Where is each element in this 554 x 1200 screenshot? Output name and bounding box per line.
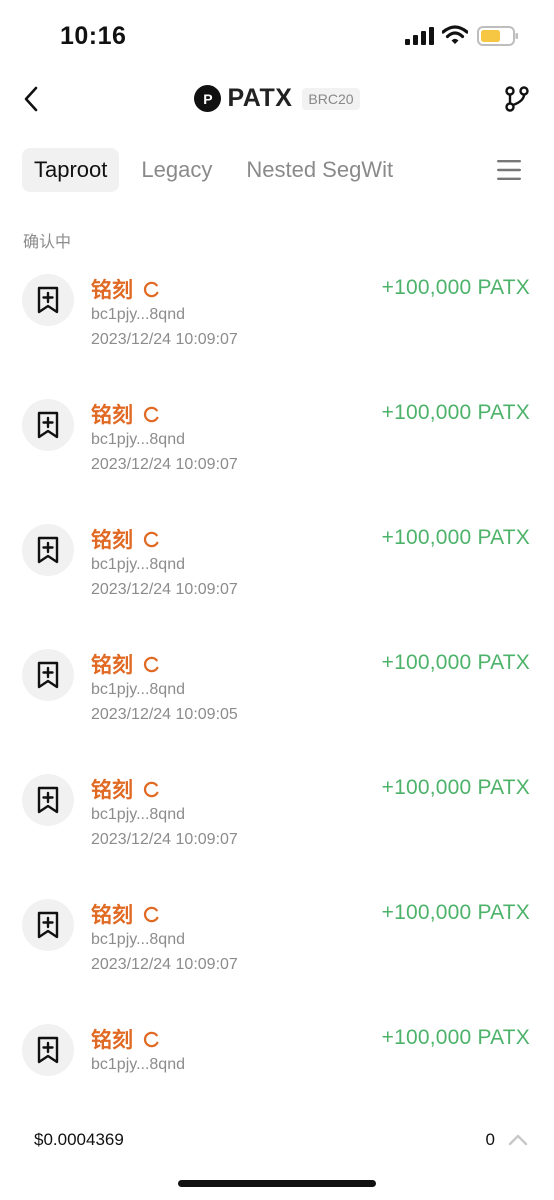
bookmark-add-icon bbox=[37, 1036, 59, 1064]
bookmark-add-icon bbox=[37, 661, 59, 689]
address-type-tabs: Taproot Legacy Nested SegWit bbox=[22, 148, 552, 192]
transaction-type-label: 铭刻 bbox=[91, 404, 133, 427]
token-price: $0.0004369 bbox=[34, 1130, 124, 1149]
transaction-row[interactable]: 铭刻 bc1pjy...8qnd 2023/12/24 10:09:05 +10… bbox=[0, 645, 554, 770]
transaction-type: 铭刻 bbox=[91, 524, 160, 554]
transaction-address: bc1pjy...8qnd bbox=[91, 931, 185, 948]
token-title: P PATX BRC20 bbox=[0, 84, 554, 113]
token-standard-badge: BRC20 bbox=[302, 87, 360, 110]
transaction-amount: +100,000 PATX bbox=[381, 776, 530, 799]
expand-balance-button[interactable] bbox=[506, 1128, 530, 1152]
transaction-time: 2023/12/24 10:09:07 bbox=[91, 956, 238, 973]
token-logo: P bbox=[194, 85, 222, 112]
transaction-row[interactable]: 铭刻 bc1pjy...8qnd 2023/12/24 10:09:07 +10… bbox=[0, 395, 554, 520]
transaction-amount: +100,000 PATX bbox=[381, 901, 530, 924]
transaction-row[interactable]: 铭刻 bc1pjy...8qnd 2023/12/24 10:09:07 +10… bbox=[0, 520, 554, 645]
transaction-time: 2023/12/24 10:09:07 bbox=[91, 831, 238, 848]
home-indicator bbox=[178, 1180, 376, 1187]
transaction-address: bc1pjy...8qnd bbox=[91, 306, 185, 323]
transaction-type: 铭刻 bbox=[91, 1024, 160, 1054]
transaction-time: 2023/12/24 10:09:07 bbox=[91, 331, 238, 348]
inscribe-icon-wrap bbox=[22, 524, 74, 576]
loading-spinner-icon bbox=[143, 531, 159, 547]
tabs-menu-button[interactable] bbox=[478, 154, 522, 186]
loading-spinner-icon bbox=[143, 1031, 159, 1047]
transaction-row[interactable]: 铭刻 bc1pjy...8qnd 2023/12/24 10:09:07 +10… bbox=[0, 770, 554, 895]
bookmark-add-icon bbox=[37, 911, 59, 939]
loading-spinner-icon bbox=[143, 656, 159, 672]
inscribe-icon-wrap bbox=[22, 774, 74, 826]
transaction-type: 铭刻 bbox=[91, 399, 160, 429]
transaction-type: 铭刻 bbox=[91, 774, 160, 804]
token-balance: 0 bbox=[485, 1130, 495, 1149]
tab-taproot[interactable]: Taproot bbox=[22, 148, 120, 192]
transaction-address: bc1pjy...8qnd bbox=[91, 1056, 185, 1073]
inscribe-icon-wrap bbox=[22, 274, 74, 326]
header: P PATX BRC20 bbox=[0, 70, 554, 130]
transaction-amount: +100,000 PATX bbox=[381, 1026, 530, 1049]
transaction-type: 铭刻 bbox=[91, 649, 160, 679]
bookmark-add-icon bbox=[37, 786, 59, 814]
inscribe-icon-wrap bbox=[22, 649, 74, 701]
status-time: 10:16 bbox=[60, 22, 127, 50]
transaction-type-label: 铭刻 bbox=[91, 904, 133, 927]
transaction-type: 铭刻 bbox=[91, 899, 160, 929]
token-name: PATX bbox=[227, 84, 293, 112]
transaction-type: 铭刻 bbox=[91, 274, 160, 304]
loading-spinner-icon bbox=[143, 781, 159, 797]
address-type-button[interactable] bbox=[500, 82, 534, 116]
transaction-type-label: 铭刻 bbox=[91, 779, 133, 802]
cellular-signal-icon bbox=[405, 27, 434, 45]
transaction-address: bc1pjy...8qnd bbox=[91, 556, 185, 573]
loading-spinner-icon bbox=[143, 906, 159, 922]
transaction-address: bc1pjy...8qnd bbox=[91, 431, 185, 448]
transaction-amount: +100,000 PATX bbox=[381, 276, 530, 299]
status-bar: 10:16 bbox=[0, 0, 554, 70]
bottom-bar: $0.0004369 0 bbox=[0, 1108, 554, 1200]
transaction-amount: +100,000 PATX bbox=[381, 526, 530, 549]
menu-icon bbox=[497, 160, 521, 180]
transaction-row[interactable]: 铭刻 bc1pjy...8qnd 2023/12/24 10:09:07 +10… bbox=[0, 270, 554, 395]
inscribe-icon-wrap bbox=[22, 1024, 74, 1076]
transaction-row[interactable]: 铭刻 bc1pjy...8qnd 2023/12/24 10:09:07 +10… bbox=[0, 895, 554, 1020]
section-label-pending: 确认中 bbox=[23, 234, 72, 251]
bookmark-add-icon bbox=[37, 411, 59, 439]
loading-spinner-icon bbox=[143, 406, 159, 422]
transaction-type-label: 铭刻 bbox=[91, 529, 133, 552]
git-branch-icon bbox=[505, 86, 529, 112]
wifi-icon bbox=[442, 25, 468, 44]
bookmark-add-icon bbox=[37, 286, 59, 314]
transaction-time: 2023/12/24 10:09:07 bbox=[91, 456, 238, 473]
transaction-list: 铭刻 bc1pjy...8qnd 2023/12/24 10:09:07 +10… bbox=[0, 270, 554, 1145]
chevron-up-icon bbox=[508, 1134, 528, 1146]
transaction-type-label: 铭刻 bbox=[91, 279, 133, 302]
tab-legacy[interactable]: Legacy bbox=[129, 148, 224, 192]
transaction-amount: +100,000 PATX bbox=[381, 401, 530, 424]
transaction-time: 2023/12/24 10:09:05 bbox=[91, 706, 238, 723]
transaction-address: bc1pjy...8qnd bbox=[91, 681, 185, 698]
inscribe-icon-wrap bbox=[22, 899, 74, 951]
transaction-type-label: 铭刻 bbox=[91, 1029, 133, 1052]
transaction-address: bc1pjy...8qnd bbox=[91, 806, 185, 823]
battery-icon bbox=[477, 26, 518, 46]
tab-nested-segwit[interactable]: Nested SegWit bbox=[234, 148, 405, 192]
inscribe-icon-wrap bbox=[22, 399, 74, 451]
bookmark-add-icon bbox=[37, 536, 59, 564]
transaction-time: 2023/12/24 10:09:07 bbox=[91, 581, 238, 598]
transaction-type-label: 铭刻 bbox=[91, 654, 133, 677]
loading-spinner-icon bbox=[143, 281, 159, 297]
transaction-amount: +100,000 PATX bbox=[381, 651, 530, 674]
